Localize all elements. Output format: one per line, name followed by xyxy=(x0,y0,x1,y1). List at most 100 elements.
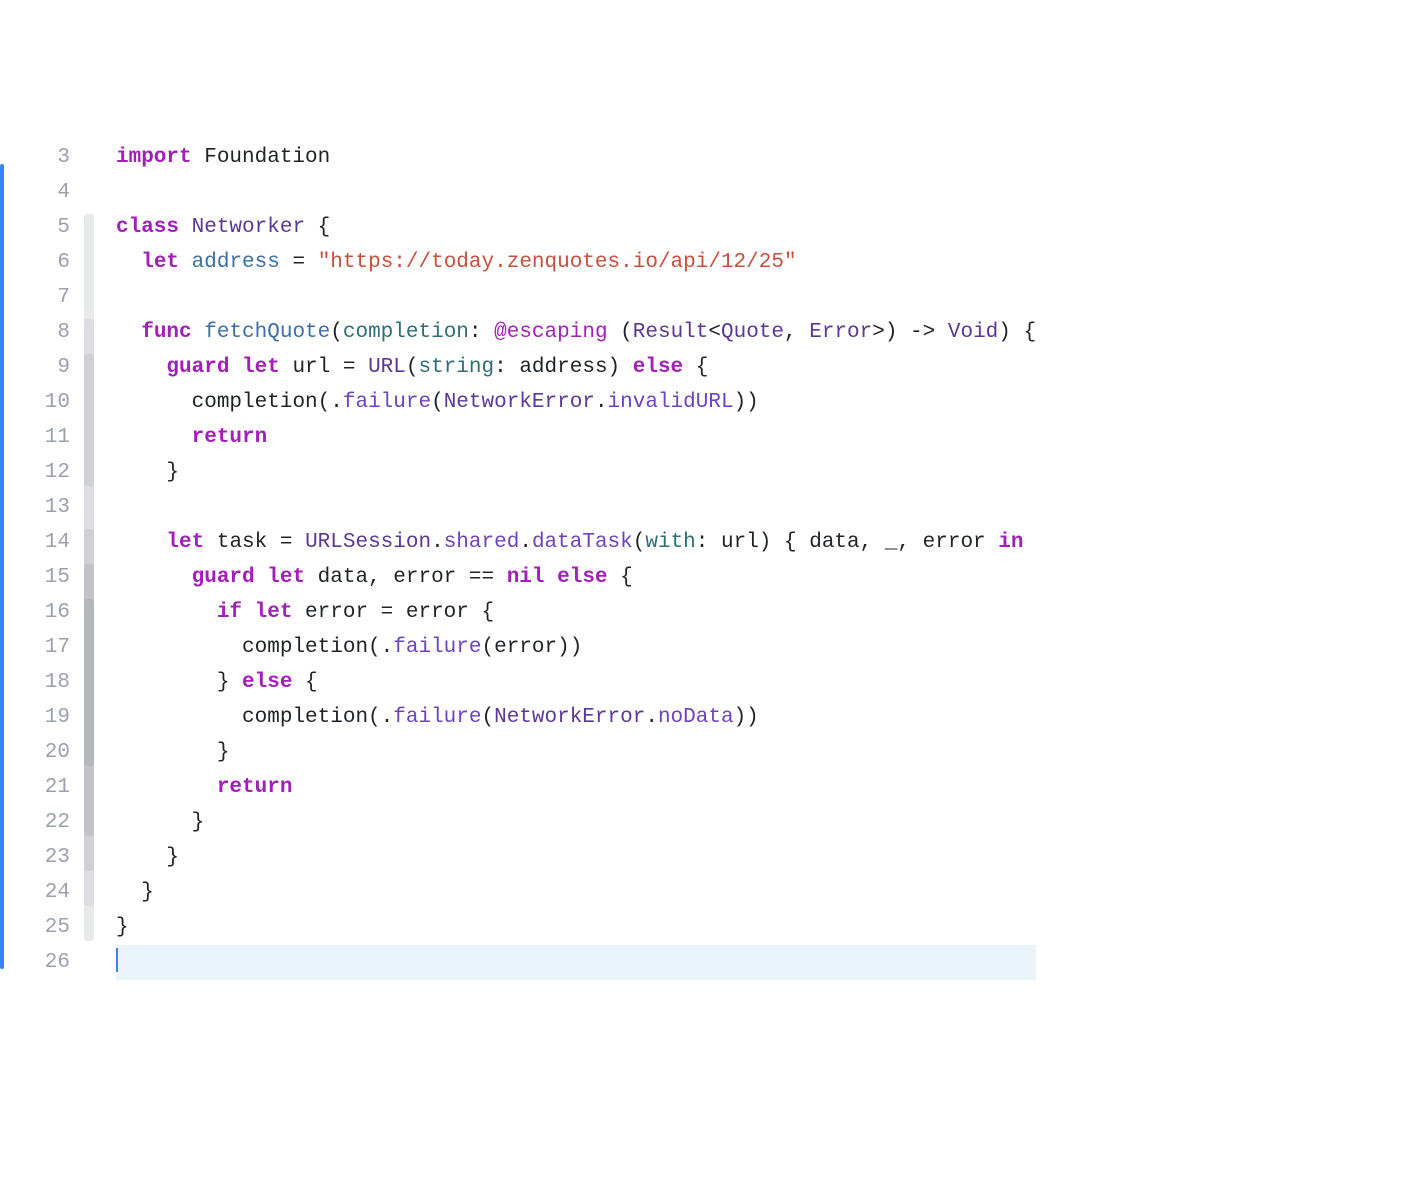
code-line[interactable] xyxy=(116,280,1036,315)
code-token: } xyxy=(116,881,154,904)
code-token xyxy=(116,426,192,449)
code-token: : url) { data, _, error xyxy=(696,531,998,554)
fold-indicator[interactable] xyxy=(84,354,94,486)
line-number[interactable]: 12 xyxy=(4,455,74,490)
code-token: url = xyxy=(292,356,368,379)
code-token: class xyxy=(116,216,192,239)
line-number[interactable]: 21 xyxy=(4,770,74,805)
code-token: failure xyxy=(393,706,481,729)
line-number[interactable]: 4 xyxy=(4,175,74,210)
line-number[interactable]: 18 xyxy=(4,665,74,700)
code-line[interactable]: func fetchQuote(completion: @escaping (R… xyxy=(116,315,1036,350)
code-token: >) -> xyxy=(872,321,948,344)
code-line[interactable]: guard let data, error == nil else { xyxy=(116,560,1036,595)
code-token: : xyxy=(469,321,494,344)
line-number[interactable]: 5 xyxy=(4,210,74,245)
code-token: Quote xyxy=(721,321,784,344)
code-token: = xyxy=(292,251,317,274)
code-line[interactable]: guard let url = URL(string: address) els… xyxy=(116,350,1036,385)
code-token: : address) xyxy=(494,356,633,379)
code-token: )) xyxy=(734,706,759,729)
line-number[interactable]: 20 xyxy=(4,735,74,770)
code-line[interactable]: } else { xyxy=(116,665,1036,700)
line-number[interactable]: 14 xyxy=(4,525,74,560)
code-line[interactable]: } xyxy=(116,805,1036,840)
code-token: else xyxy=(242,671,305,694)
code-token: . xyxy=(381,636,394,659)
line-number[interactable]: 13 xyxy=(4,490,74,525)
code-token: { xyxy=(696,356,709,379)
code-token: Void xyxy=(948,321,998,344)
code-line[interactable]: } xyxy=(116,735,1036,770)
code-token: Result xyxy=(633,321,709,344)
code-token: { xyxy=(305,671,318,694)
code-line[interactable]: } xyxy=(116,455,1036,490)
line-number[interactable]: 17 xyxy=(4,630,74,665)
code-line[interactable]: class Networker { xyxy=(116,210,1036,245)
code-line[interactable]: import Foundation xyxy=(116,140,1036,175)
code-token: "https://today.zenquotes.io/api/12/25" xyxy=(318,251,797,274)
line-number-gutter[interactable]: 3456789101112131415161718192021222324252… xyxy=(4,140,82,1010)
code-line[interactable]: } xyxy=(116,875,1036,910)
line-number[interactable]: 15 xyxy=(4,560,74,595)
line-number[interactable]: 16 xyxy=(4,595,74,630)
code-line[interactable]: return xyxy=(116,420,1036,455)
code-token xyxy=(116,601,217,624)
code-token: noData xyxy=(658,706,734,729)
code-token: @escaping xyxy=(494,321,607,344)
code-token: ( xyxy=(608,321,633,344)
line-number[interactable]: 24 xyxy=(4,875,74,910)
code-token: if let xyxy=(217,601,305,624)
code-token: URL xyxy=(368,356,406,379)
code-token: failure xyxy=(393,636,481,659)
code-token: . xyxy=(381,706,394,729)
line-number[interactable]: 7 xyxy=(4,280,74,315)
code-line[interactable]: } xyxy=(116,910,1036,945)
code-editor[interactable]: 3456789101112131415161718192021222324252… xyxy=(0,140,1405,1010)
code-line[interactable]: completion(.failure(NetworkError.invalid… xyxy=(116,385,1036,420)
code-token: } xyxy=(116,741,229,764)
line-number[interactable]: 11 xyxy=(4,420,74,455)
code-token: shared xyxy=(444,531,520,554)
fold-column[interactable] xyxy=(82,140,96,1010)
code-token: address xyxy=(192,251,293,274)
line-number[interactable]: 10 xyxy=(4,385,74,420)
code-token: guard let xyxy=(192,566,318,589)
code-token: . xyxy=(595,391,608,414)
code-token: guard let xyxy=(166,356,292,379)
code-token xyxy=(116,566,192,589)
line-number[interactable]: 9 xyxy=(4,350,74,385)
code-token: in xyxy=(998,531,1023,554)
code-token: with xyxy=(645,531,695,554)
line-number[interactable]: 8 xyxy=(4,315,74,350)
code-line[interactable]: let address = "https://today.zenquotes.i… xyxy=(116,245,1036,280)
code-line[interactable] xyxy=(116,175,1036,210)
code-token: completion( xyxy=(242,636,381,659)
code-token: ( xyxy=(481,706,494,729)
code-token: URLSession xyxy=(305,531,431,554)
code-token: ( xyxy=(330,321,343,344)
fold-indicator[interactable] xyxy=(84,599,94,766)
code-line[interactable]: completion(.failure(NetworkError.noData)… xyxy=(116,700,1036,735)
code-line[interactable]: completion(.failure(error)) xyxy=(116,630,1036,665)
code-token: error = error { xyxy=(305,601,494,624)
line-number[interactable]: 6 xyxy=(4,245,74,280)
line-number[interactable]: 19 xyxy=(4,700,74,735)
code-line[interactable] xyxy=(116,945,1036,980)
line-number[interactable]: 3 xyxy=(4,140,74,175)
code-token: let xyxy=(141,251,191,274)
code-line[interactable]: let task = URLSession.shared.dataTask(wi… xyxy=(116,525,1036,560)
code-token: { xyxy=(620,566,633,589)
code-token: NetworkError xyxy=(444,391,595,414)
line-number[interactable]: 22 xyxy=(4,805,74,840)
code-line[interactable]: return xyxy=(116,770,1036,805)
line-number[interactable]: 25 xyxy=(4,910,74,945)
code-line[interactable] xyxy=(116,490,1036,525)
line-number[interactable]: 26 xyxy=(4,945,74,980)
code-token: return xyxy=(217,776,293,799)
code-token: ( xyxy=(431,391,444,414)
code-token: completion xyxy=(343,321,469,344)
code-line[interactable]: if let error = error { xyxy=(116,595,1036,630)
code-token: ( xyxy=(406,356,419,379)
code-area[interactable]: import Foundation class Networker { let a… xyxy=(96,140,1036,1010)
